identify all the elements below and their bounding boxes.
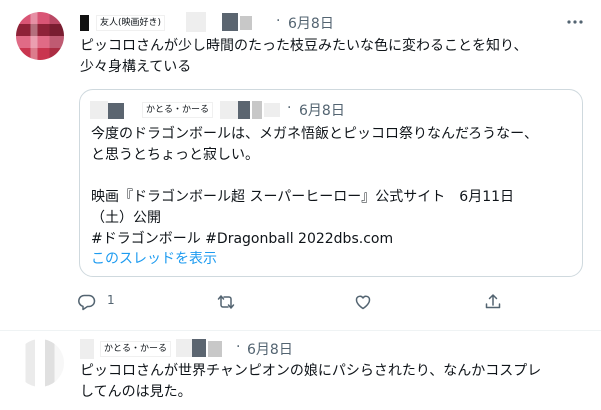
blurred-name-block <box>80 339 94 359</box>
tweet-date[interactable]: 6月8日 <box>247 339 293 359</box>
tweet[interactable]: 友人(映画好き) · 6月8日 ピッコロさんが少し時間のたった枝豆みたいな色に変… <box>0 0 601 331</box>
quote-text: 今度のドラゴンボールは、メガネ悟飯とピッコロ祭りなんだろうなー、 と思うとちょっ… <box>91 126 539 247</box>
blurred-handle-block <box>208 341 222 357</box>
tweet-text: ピッコロさんが世界チャンピオンの娘にパシらされたり、なんかコスプレ してんのは見… <box>80 363 542 400</box>
blurred-name-block <box>80 15 89 31</box>
separator-dot: · <box>276 13 281 29</box>
retweet-icon[interactable] <box>216 292 236 312</box>
show-thread-link[interactable]: このスレッドを表示 <box>91 248 217 268</box>
reply-count: 1 <box>107 293 115 307</box>
separator-dot: · <box>287 100 292 116</box>
blurred-handle-block <box>222 13 238 31</box>
blurred-handle-block <box>192 339 206 357</box>
display-name-image[interactable]: かとる・かーる <box>100 341 172 357</box>
share-icon[interactable] <box>483 292 503 312</box>
blurred-name-block <box>186 12 206 32</box>
blurred-avatar-block <box>90 101 108 119</box>
avatar[interactable] <box>16 339 64 387</box>
tweet[interactable]: かとる・かーる · 6月8日 ピッコロさんが世界チャンピオンの娘にパシらされたり… <box>0 331 601 410</box>
blurred-handle-block <box>252 101 262 119</box>
blurred-handle-block <box>240 16 252 30</box>
blurred-handle-block <box>176 339 192 357</box>
display-name-image[interactable]: 友人(映画好き) <box>96 15 166 31</box>
quote-tweet-card[interactable]: かとる・かーる · 6月8日 今度のドラゴンボールは、メガネ悟飯とピッコロ祭りな… <box>79 89 583 277</box>
quote-date[interactable]: 6月8日 <box>299 100 345 120</box>
reply-icon[interactable] <box>77 292 97 312</box>
tweet-date[interactable]: 6月8日 <box>288 13 334 33</box>
quote-display-name-image[interactable]: かとる・かーる <box>142 102 214 118</box>
separator-dot: · <box>236 339 241 355</box>
blurred-handle-block <box>220 101 238 119</box>
like-icon[interactable] <box>353 292 373 312</box>
tweet-text: ピッコロさんが少し時間のたった枝豆みたいな色に変わることを知り、 少々身構えてい… <box>80 38 528 75</box>
blurred-handle-block <box>264 103 280 117</box>
more-icon[interactable] <box>565 14 585 30</box>
avatar[interactable] <box>16 12 64 60</box>
blurred-handle-block <box>238 101 250 119</box>
blurred-avatar-block <box>108 103 124 119</box>
